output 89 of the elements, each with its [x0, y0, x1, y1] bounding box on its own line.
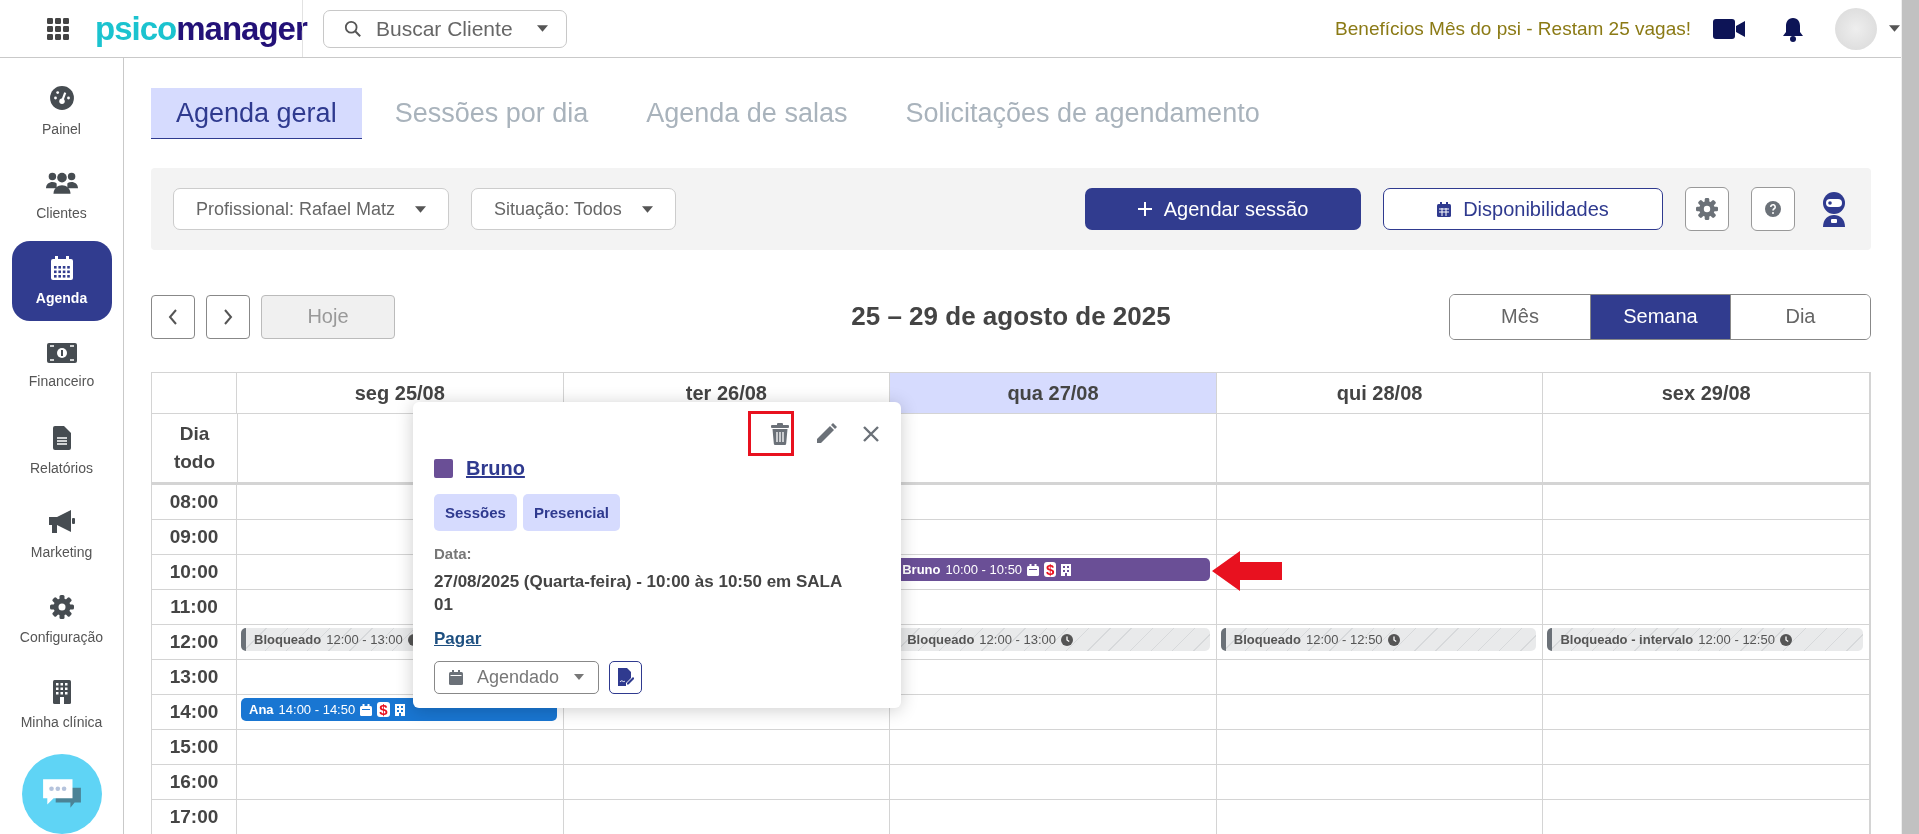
filter-dropdown[interactable]: Profissional: Rafael Matz [173, 188, 450, 231]
time-label: 08:00 [152, 485, 237, 519]
next-button[interactable] [206, 294, 250, 339]
people-icon [45, 170, 78, 195]
notification-bell-icon[interactable] [1781, 15, 1805, 42]
calendar-icon [449, 669, 463, 685]
payment-mark: $ [1044, 562, 1057, 577]
promo-link[interactable]: Benefícios Mês do psi - Restam 25 vagas! [1335, 17, 1691, 40]
week-title: 25 – 29 de agosto de 2025 [851, 301, 1171, 332]
gauge-icon [48, 84, 75, 111]
search-icon [344, 19, 362, 38]
sidebar-item[interactable]: Clientes [11, 155, 112, 236]
chevron-left-icon [168, 308, 178, 325]
signature-icon [617, 668, 634, 687]
help-icon [1765, 201, 1781, 218]
calendar-icon [1027, 563, 1040, 576]
caret-icon [537, 25, 548, 32]
edit-button[interactable] [815, 423, 837, 445]
sidebar-item[interactable]: Agenda [11, 240, 112, 321]
apps-grid-icon[interactable] [47, 17, 69, 40]
payment-mark: $ [377, 702, 390, 717]
settings-icon [1696, 198, 1718, 221]
search-client-dropdown[interactable]: Buscar Cliente [323, 9, 567, 48]
status-dropdown[interactable]: Agendado [434, 660, 599, 694]
building-icon [52, 680, 71, 705]
megaphone-icon [48, 510, 75, 535]
time-label: 15:00 [152, 730, 237, 764]
caret-icon [415, 205, 427, 213]
tag: Presencial [522, 494, 620, 531]
caret-icon[interactable] [1889, 25, 1900, 32]
close-button[interactable] [863, 426, 879, 442]
clock-icon [1387, 633, 1400, 646]
view-toggle[interactable]: Dia [1730, 294, 1870, 339]
clock-icon [1061, 633, 1073, 646]
settings-button[interactable] [1685, 187, 1729, 232]
time-label: 14:00 [152, 695, 237, 729]
tag: Sessões [434, 494, 517, 531]
caret-icon [641, 205, 653, 213]
video-camera-icon[interactable] [1713, 17, 1745, 40]
all-day-label: Dia todo [164, 414, 225, 482]
time-label: 11:00 [152, 590, 237, 624]
time-label: 13:00 [152, 660, 237, 694]
client-name-link[interactable]: Bruno [466, 457, 525, 480]
sign-document-button[interactable] [609, 660, 642, 694]
plus-icon [1137, 202, 1152, 217]
document-icon [52, 425, 71, 450]
building-icon [1061, 563, 1072, 576]
scrollbar[interactable] [1901, 0, 1919, 834]
delete-button[interactable] [771, 423, 789, 445]
sidebar-item[interactable]: Painel [11, 71, 112, 151]
close-icon [863, 426, 879, 442]
time-label: 09:00 [152, 520, 237, 554]
sidebar-item[interactable]: Minha clínica [11, 665, 112, 746]
day-header: qua 27/08 [890, 373, 1217, 413]
clock-icon [1779, 633, 1792, 646]
building-icon [394, 703, 405, 716]
highlight-frame [748, 411, 794, 456]
previous-button[interactable] [151, 294, 195, 339]
time-label: 16:00 [152, 765, 237, 799]
blocked-event[interactable]: Bloqueado - intervalo 12:00 - 12:50 [1547, 628, 1863, 651]
schedule-session-button[interactable]: Agendar sessão [1085, 188, 1361, 231]
day-header: sex 29/08 [1543, 373, 1870, 413]
pencil-icon [815, 423, 837, 445]
sidebar-item[interactable]: Financeiro [11, 325, 112, 406]
calendar-icon [1437, 201, 1452, 217]
logo[interactable]: psicomanager [95, 12, 307, 45]
date-label: Data: [434, 545, 473, 562]
banknote-icon [46, 342, 77, 363]
pay-link[interactable]: Pagar [434, 628, 482, 649]
tab[interactable]: Agenda geral [151, 88, 362, 140]
availability-button[interactable]: Disponibilidades [1383, 188, 1663, 231]
pointer-arrow [1212, 551, 1282, 591]
day-header: qui 28/08 [1216, 373, 1544, 413]
sidebar-item[interactable]: Marketing [11, 495, 112, 576]
sidebar-item[interactable]: Configuração [11, 580, 112, 661]
blocked-event[interactable]: Bloqueado 12:00 - 12:50 [1220, 628, 1537, 651]
chevron-right-icon [223, 308, 233, 325]
time-label: 10:00 [152, 555, 237, 589]
time-label: 17:00 [152, 800, 237, 834]
calendar-icon [50, 255, 73, 280]
caret-icon [574, 674, 584, 681]
calendar-icon [360, 703, 373, 716]
date-text: 27/08/2025 (Quarta-feira) - 10:00 às 10:50 em SALA 01 [434, 571, 843, 616]
help-button[interactable] [1751, 187, 1795, 232]
trash-icon [771, 423, 789, 445]
time-label: 12:00 [152, 625, 237, 659]
filter-dropdown[interactable]: Situação: Todos [471, 188, 676, 231]
view-toggle[interactable]: Semana [1590, 294, 1730, 339]
sidebar-item[interactable]: Relatórios [11, 410, 112, 491]
